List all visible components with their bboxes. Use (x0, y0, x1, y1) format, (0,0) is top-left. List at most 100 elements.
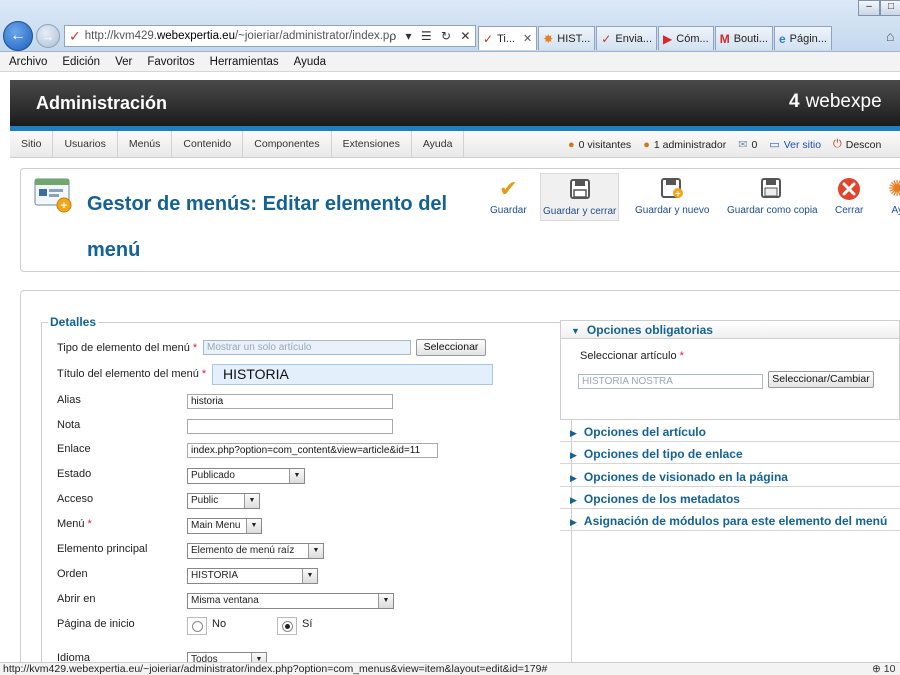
page-display-options-header[interactable]: ▶ Opciones de visionado en la página (560, 468, 900, 487)
radio-circle (192, 621, 203, 632)
required-mark: * (192, 342, 198, 354)
menu-sitio[interactable]: Sitio (10, 130, 54, 158)
messages-status[interactable]: ✉ 0 (738, 138, 757, 152)
alias-label: Alias (57, 394, 81, 406)
url-prefix: http://kvm429. (84, 30, 157, 42)
link-field: index.php?option=com_content&view=articl… (187, 443, 438, 458)
home-row: Página de inicio (57, 618, 135, 630)
zoom-value: 10 (883, 663, 896, 675)
menu-ver[interactable]: Ver (115, 56, 132, 68)
parent-label: Elemento principal (57, 543, 148, 555)
minimize-button[interactable]: – (858, 0, 880, 16)
visitors-count: 0 visitantes (578, 138, 632, 151)
order-select[interactable]: HISTORIA ▼ (187, 568, 318, 584)
home-no-label: No (212, 618, 227, 630)
back-arrow-icon: ← (10, 27, 26, 44)
joomla-icon: ✓ (483, 31, 494, 46)
help-lifebuoy-icon: ✺ (888, 176, 900, 201)
tab-label: Bouti... (733, 32, 768, 45)
section-label: Asignación de módulos para este elemento… (583, 514, 888, 528)
tab-6[interactable]: e Págin... (773, 26, 832, 50)
save-close-button[interactable]: Guardar y cerrar (540, 173, 620, 221)
order-value: HISTORIA (191, 570, 239, 581)
tab-2[interactable]: ✸ HIST... (538, 26, 596, 50)
home-yes-radio[interactable] (277, 617, 297, 635)
forward-button[interactable]: → (36, 24, 60, 48)
link-label: Enlace (57, 443, 91, 455)
menu-extensiones[interactable]: Extensiones (332, 130, 412, 158)
save-button[interactable]: ✔ Guardar (490, 177, 527, 217)
state-label: Estado (57, 468, 92, 480)
note-field[interactable] (187, 419, 393, 434)
save-close-label: Guardar y cerrar (543, 206, 617, 217)
required-options-header[interactable]: ▼ Opciones obligatorias (560, 320, 900, 339)
menu-manager-icon: + (34, 177, 74, 213)
menu-componentes[interactable]: Componentes (243, 130, 332, 158)
browser-status-bar: http://kvm429.webexpertia.eu/~joieriar/a… (0, 662, 900, 675)
radio-circle (282, 621, 293, 632)
admin-user-icon: ● (643, 138, 650, 151)
admins-count: 1 administrador (653, 138, 727, 151)
maximize-button[interactable]: □ (880, 0, 900, 16)
admin-status: ● 0 visitantes ● 1 administrador ✉ 0 ▭ Ver s… (568, 131, 893, 158)
parent-select[interactable]: Elemento de menú raíz ▼ (187, 543, 324, 559)
save-copy-button[interactable]: Guardar como copia (727, 177, 818, 216)
tab-1[interactable]: ✓ Ti... ✕ (478, 26, 538, 50)
back-button[interactable]: ← (3, 21, 33, 51)
tab-5[interactable]: M Bouti... (714, 26, 773, 50)
menu-edicion[interactable]: Edición (62, 56, 100, 68)
menu-herramientas[interactable]: Herramientas (210, 56, 279, 68)
select-change-button[interactable]: Seleccionar/Cambiar (768, 371, 874, 388)
page-title-line1: Gestor de menús: Editar elemento del (87, 193, 448, 215)
link-type-options-header[interactable]: ▶ Opciones del tipo de enlace (560, 445, 900, 464)
status-url: http://kvm429.webexpertia.eu/~joieriar/a… (3, 663, 548, 675)
state-row: Estado (57, 468, 91, 480)
home-icon[interactable]: ⌂ (886, 28, 894, 44)
users-icon: ● (568, 138, 575, 151)
close-button[interactable]: Cerrar (835, 177, 863, 216)
address-bar[interactable]: ✓ http://kvm429. webexpertia.eu/~joieriar… (64, 25, 476, 47)
article-options-header[interactable]: ▶ Opciones del artículo (560, 423, 900, 442)
brand-logo[interactable]: 4 webexpe (789, 91, 882, 113)
menu-favoritos[interactable]: Favoritos (147, 56, 194, 68)
address-controls[interactable]: ρ ▾ ☰ ↻ ✕ (389, 29, 475, 43)
url-domain: webexpertia.eu (156, 30, 235, 42)
joomla-favicon-icon: ✓ (69, 28, 81, 44)
ie-icon: e (778, 31, 786, 46)
section-label: Opciones del artículo (583, 425, 706, 439)
chevron-down-icon: ▼ (378, 594, 393, 608)
logout-link[interactable]: ⏻ Descon (833, 138, 881, 151)
close-tab-icon[interactable]: ✕ (523, 32, 532, 45)
title-field[interactable]: HISTORIA (212, 364, 493, 385)
access-select[interactable]: Public ▼ (187, 493, 260, 509)
menu-ayuda[interactable]: Ayuda (294, 56, 326, 68)
alias-field[interactable]: historia (187, 394, 393, 409)
menu-select[interactable]: Main Menu ▼ (187, 518, 262, 534)
required-mark: * (201, 368, 207, 380)
type-row: Tipo de elemento del menú * (57, 342, 197, 354)
home-no-radio[interactable] (187, 617, 207, 635)
save-new-button[interactable]: + Guardar y nuevo (635, 177, 710, 216)
home-yes-label: Sí (302, 618, 313, 630)
menu-usuarios[interactable]: Usuarios (53, 130, 118, 158)
menu-menus[interactable]: Menús (118, 130, 173, 158)
view-site-link[interactable]: ▭ Ver sitio (769, 138, 821, 152)
metadata-options-header[interactable]: ▶ Opciones de los metadatos (560, 490, 900, 509)
menu-ayuda[interactable]: Ayuda (412, 130, 465, 158)
select-type-button[interactable]: Seleccionar (416, 339, 486, 356)
triangle-right-icon: ▶ (570, 517, 577, 527)
access-label: Acceso (57, 493, 94, 505)
menu-contenido[interactable]: Contenido (172, 130, 244, 158)
module-assignment-header[interactable]: ▶ Asignación de módulos para este element… (560, 512, 900, 531)
state-select[interactable]: Publicado ▼ (187, 468, 305, 484)
open-in-select[interactable]: Misma ventana ▼ (187, 593, 394, 609)
chevron-down-icon: ▼ (302, 569, 317, 583)
note-label: Nota (57, 419, 81, 431)
help-button[interactable]: ✺ Ay (888, 176, 900, 217)
tab-3[interactable]: ✓ Envia... (596, 26, 658, 50)
section-label: Opciones del tipo de enlace (583, 447, 743, 461)
tab-4[interactable]: ▶ Cóm... (658, 26, 714, 50)
menu-archivo[interactable]: Archivo (9, 56, 47, 68)
zoom-level[interactable]: ⊕ 10 (872, 663, 895, 675)
required-options-label: Opciones obligatorias (586, 323, 713, 337)
